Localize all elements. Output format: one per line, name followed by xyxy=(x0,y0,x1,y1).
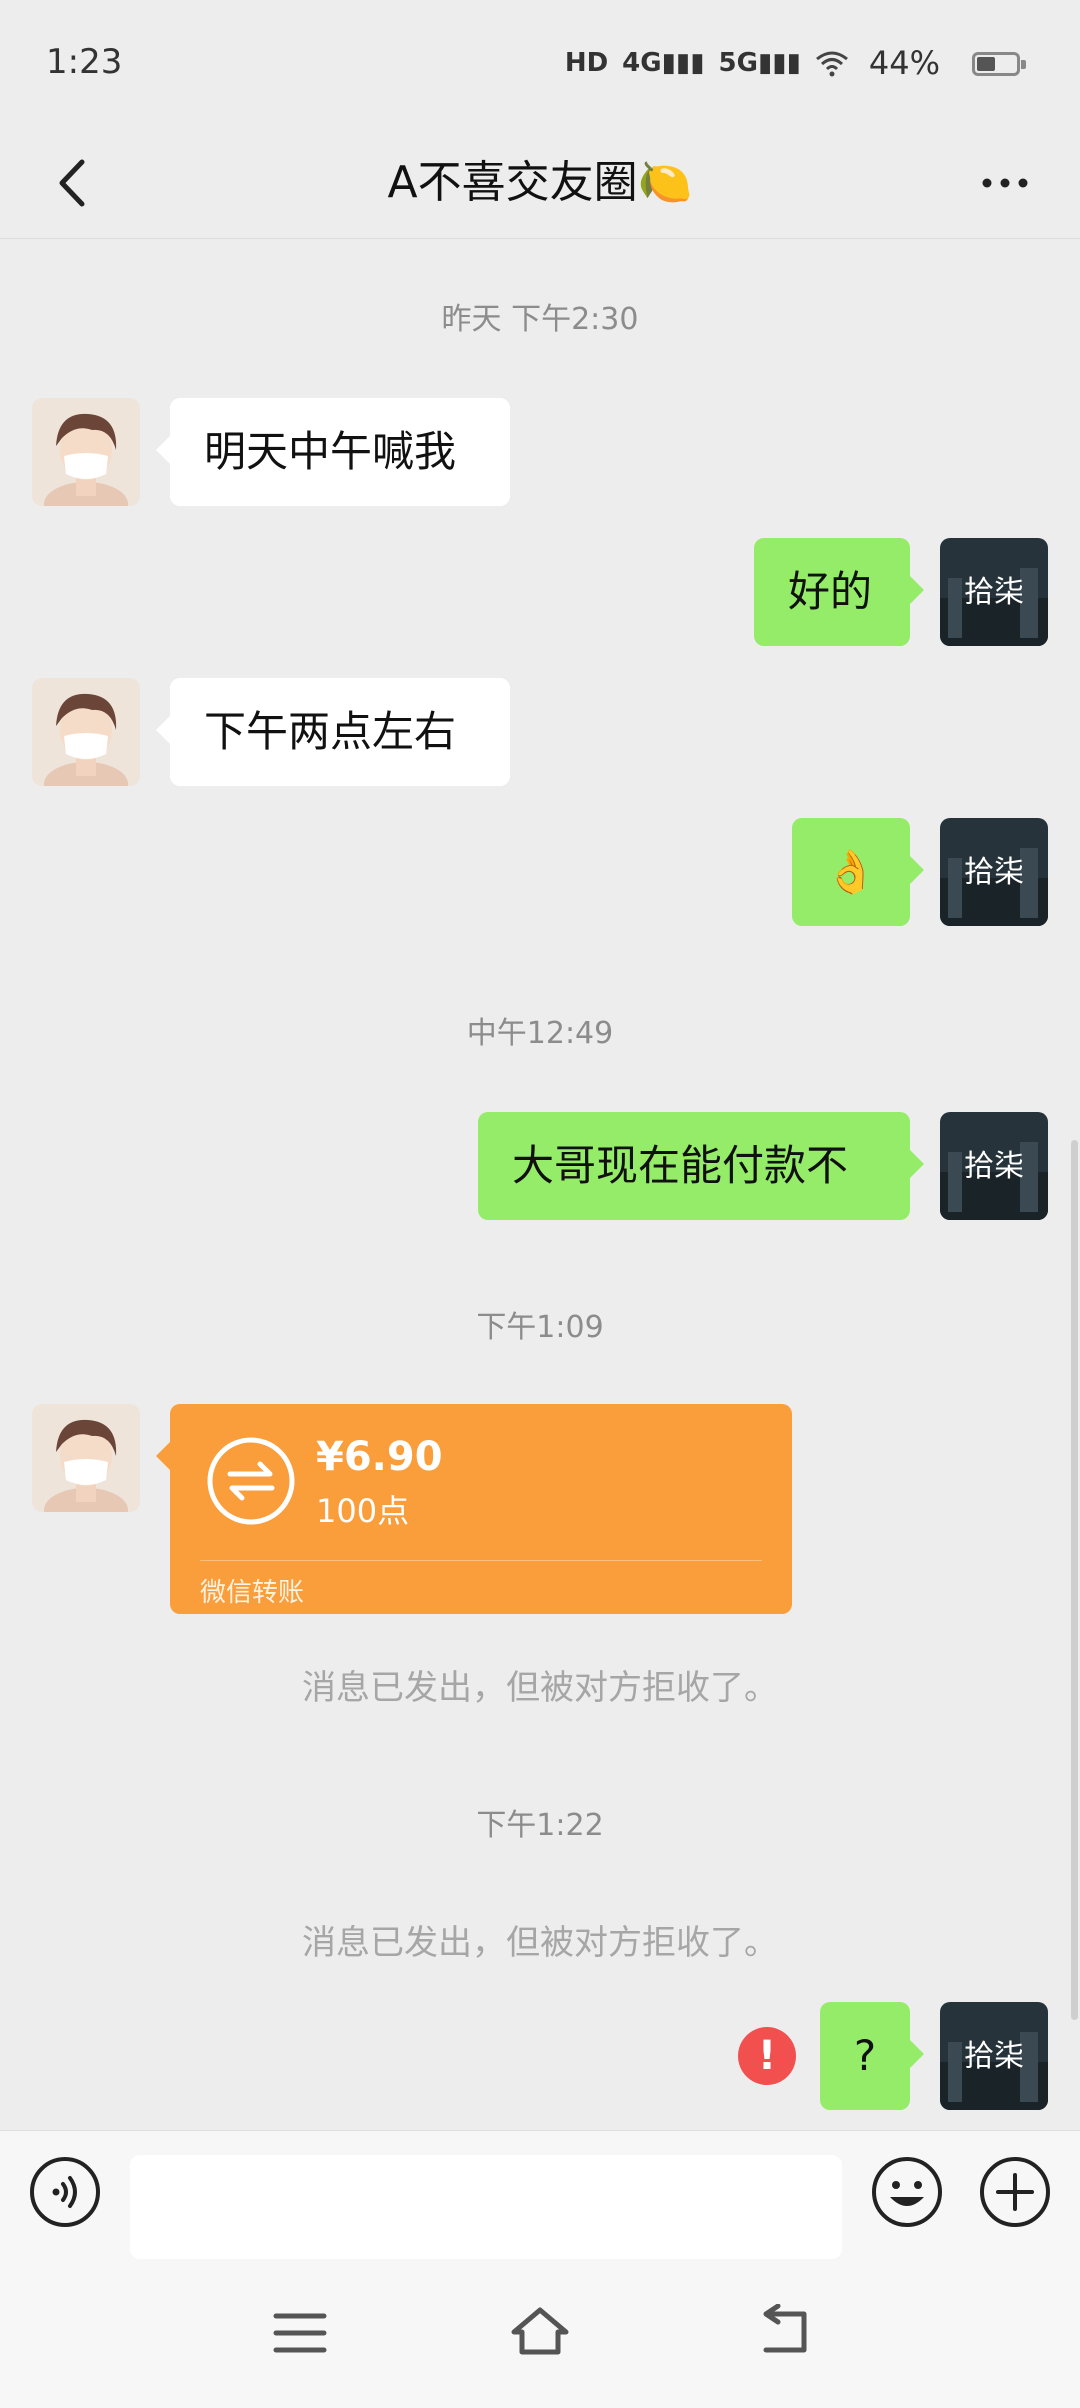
hd-icon: HD xyxy=(564,48,609,78)
message-text: 明天中午喊我 xyxy=(204,427,457,476)
user-avatar[interactable]: 拾柒 xyxy=(940,818,1048,926)
transfer-note: 100点 xyxy=(316,1492,410,1530)
contact-avatar[interactable] xyxy=(32,1404,140,1512)
message-bubble-outgoing[interactable]: ? xyxy=(820,2002,924,2110)
chat-title: A不喜交友圈🍋 xyxy=(387,157,693,208)
transfer-icon xyxy=(207,1437,295,1525)
timestamp: 昨天 下午2:30 xyxy=(441,302,639,337)
chat-header: A不喜交友圈🍋 xyxy=(0,128,1080,239)
emoji-icon[interactable] xyxy=(870,2155,944,2229)
contact-avatar[interactable] xyxy=(32,678,140,786)
transfer-label: 微信转账 xyxy=(200,1578,305,1608)
timestamp: 下午1:09 xyxy=(476,1310,604,1345)
system-navigation-bar xyxy=(0,2260,1080,2408)
rejected-notice: 消息已发出，但被对方拒收了。 xyxy=(302,1668,778,1708)
message-input[interactable] xyxy=(130,2155,842,2259)
system-back-icon[interactable] xyxy=(752,2304,812,2358)
menu-icon[interactable] xyxy=(270,2308,330,2358)
transfer-amount: ¥6.90 xyxy=(316,1434,443,1480)
rejected-notice: 消息已发出，但被对方拒收了。 xyxy=(302,1923,778,1963)
timestamp: 中午12:49 xyxy=(466,1016,614,1051)
svg-text:拾柒: 拾柒 xyxy=(964,1149,1024,1184)
status-bar: 1:23 HD 4G▮▮▮ 5G▮▮▮ 44% xyxy=(0,0,1080,128)
user-avatar[interactable]: 拾柒 xyxy=(940,1112,1048,1220)
more-options-icon[interactable] xyxy=(970,148,1040,218)
battery-percent: 44% xyxy=(868,44,940,82)
message-bubble-incoming[interactable]: 下午两点左右 xyxy=(156,678,510,786)
svg-text:拾柒: 拾柒 xyxy=(964,855,1024,890)
transfer-divider xyxy=(200,1560,762,1561)
wifi-icon xyxy=(815,51,848,77)
status-icons: HD 4G▮▮▮ 5G▮▮▮ 44% xyxy=(565,44,940,82)
timestamp: 下午1:22 xyxy=(476,1808,604,1843)
message-bubble-outgoing[interactable]: 👌 xyxy=(792,818,924,926)
voice-input-icon[interactable] xyxy=(28,2155,102,2229)
message-text: 下午两点左右 xyxy=(204,707,457,756)
plus-icon[interactable] xyxy=(978,2155,1052,2229)
message-text: 大哥现在能付款不 xyxy=(512,1141,849,1190)
transfer-card[interactable]: ¥6.90 100点 微信转账 xyxy=(156,1404,792,1614)
message-text: ? xyxy=(853,2031,877,2080)
input-bar xyxy=(0,2130,1080,2261)
contact-avatar[interactable] xyxy=(32,398,140,506)
scrollbar[interactable] xyxy=(1071,1140,1078,2020)
battery-icon xyxy=(972,52,1026,76)
message-text: 好的 xyxy=(788,567,873,616)
svg-text:拾柒: 拾柒 xyxy=(964,2039,1024,2074)
user-avatar[interactable]: 拾柒 xyxy=(940,538,1048,646)
send-failed-icon[interactable]: ! xyxy=(738,2027,796,2085)
message-bubble-outgoing[interactable]: 大哥现在能付款不 xyxy=(478,1112,924,1220)
status-time: 1:23 xyxy=(46,42,123,82)
message-bubble-incoming[interactable]: 明天中午喊我 xyxy=(156,398,510,506)
signal-5g-icon: 5G▮▮▮ xyxy=(718,48,801,78)
user-avatar[interactable]: 拾柒 xyxy=(940,2002,1048,2110)
signal-4g-icon: 4G▮▮▮ xyxy=(622,48,705,78)
ok-hand-emoji: 👌 xyxy=(824,847,878,896)
home-icon[interactable] xyxy=(508,2302,572,2358)
message-bubble-outgoing[interactable]: 好的 xyxy=(754,538,924,646)
svg-text:拾柒: 拾柒 xyxy=(964,575,1024,610)
